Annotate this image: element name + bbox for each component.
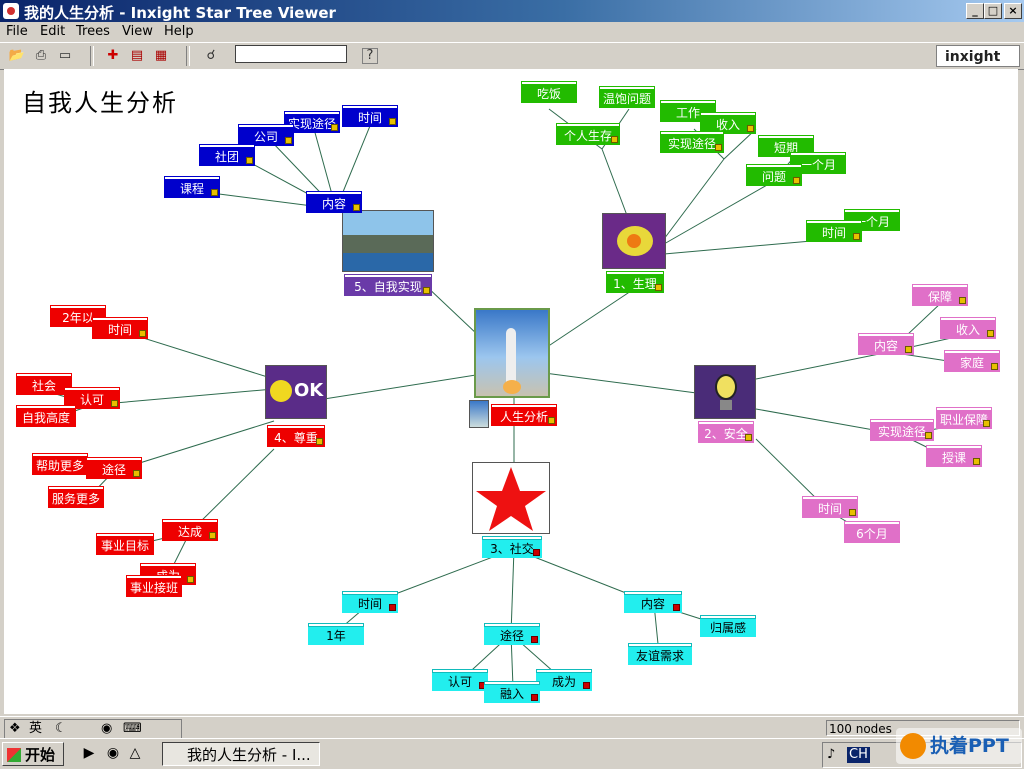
tree-node[interactable]: 服务更多	[48, 486, 104, 508]
tree-node-safety[interactable]: 2、安全	[698, 421, 754, 443]
tree-node[interactable]: 事业接班	[126, 575, 182, 597]
tree-node[interactable]: 内容	[306, 191, 362, 213]
menu-bar: File Edit Trees View Help	[0, 22, 1024, 42]
tree-node[interactable]: 吃饭	[521, 81, 577, 103]
tree-node[interactable]: 自我高度	[16, 405, 76, 427]
menu-trees[interactable]: Trees	[76, 24, 110, 39]
ime-logo-icon: ❖	[9, 721, 21, 736]
ime-keyboard-icon[interactable]: ⌨	[123, 720, 142, 738]
tree-node[interactable]: 实现途径	[870, 419, 934, 441]
expand-icon[interactable]: ▤	[128, 47, 146, 65]
lightbulb-image[interactable]	[694, 365, 756, 419]
tree-node[interactable]: 课程	[164, 176, 220, 198]
moon-icon[interactable]: ☾	[55, 720, 67, 738]
ime-mode[interactable]: 英	[29, 720, 42, 738]
star-tree-canvas[interactable]: 自我人生分析 人生分析 1、生理 2、安全 3、社交 OK 4、尊重 5、自我实…	[4, 69, 1018, 714]
player-icon[interactable]: ◉	[104, 744, 122, 762]
tree-node[interactable]: 社团	[199, 144, 255, 166]
tree-node[interactable]: 成为	[536, 669, 592, 691]
star-image[interactable]	[472, 462, 550, 534]
tree-node-center[interactable]: 人生分析	[491, 404, 557, 426]
find-icon[interactable]: ☌	[202, 47, 220, 65]
media-icon[interactable]: ▶	[80, 744, 98, 762]
center-rocket-image[interactable]	[474, 308, 550, 398]
tree-node-social[interactable]: 3、社交	[482, 536, 542, 558]
language-indicator[interactable]: CH	[847, 747, 870, 763]
tree-node-self-actualization[interactable]: 5、自我实现	[344, 274, 432, 296]
start-button[interactable]: 开始	[2, 742, 64, 766]
tree-node[interactable]: 职业保障	[936, 407, 992, 429]
ok-smiley-image[interactable]: OK	[265, 365, 327, 419]
tree-node[interactable]: 公司	[238, 124, 294, 146]
tree-node[interactable]: 时间	[802, 496, 858, 518]
volume-icon[interactable]: ♪	[827, 743, 835, 767]
tree-node[interactable]: 时间	[806, 220, 862, 242]
tree-node[interactable]: 1年	[308, 623, 364, 645]
maximize-button[interactable]: □	[984, 3, 1002, 19]
tree-node[interactable]: 个人生存	[556, 123, 620, 145]
taskbar-app-button[interactable]: 我的人生分析 - I...	[162, 742, 320, 766]
menu-edit[interactable]: Edit	[40, 24, 65, 39]
collapse-icon[interactable]: ▦	[152, 47, 170, 65]
window-icon[interactable]: ▭	[56, 47, 74, 65]
menu-help[interactable]: Help	[164, 24, 194, 39]
page-title: 自我人生分析	[22, 89, 178, 117]
tree-node[interactable]: 途径	[86, 457, 142, 479]
toolbar: 📂 ⎙ ▭ ✚ ▤ ▦ ☌ ?	[0, 42, 1024, 70]
node-icon[interactable]: ✚	[104, 47, 122, 65]
tree-node[interactable]: 温饱问题	[599, 86, 655, 108]
tree-node[interactable]: 时间	[342, 105, 398, 127]
tree-node[interactable]: 融入	[484, 681, 540, 703]
ime-tool-icon[interactable]: ◉	[101, 720, 112, 738]
minimize-button[interactable]: _	[966, 3, 984, 19]
title-bar: 我的人生分析 - Inxight Star Tree Viewer _ □ ×	[0, 0, 1024, 22]
inxight-logo: inxight	[936, 45, 1020, 67]
tree-node[interactable]: 时间	[92, 317, 148, 339]
app-icon	[3, 3, 19, 19]
tree-node[interactable]: 问题	[746, 164, 802, 186]
taskbar: 开始 ▶ ◉ △ 我的人生分析 - I... ♪ CH	[0, 738, 1024, 769]
window-title: 我的人生分析 - Inxight Star Tree Viewer	[24, 4, 336, 22]
tree-node[interactable]: 途径	[484, 623, 540, 645]
ime-toolbar[interactable]: ❖ 英 ☾ ◉ ⌨	[4, 719, 182, 739]
tree-node[interactable]: 实现途径	[660, 131, 724, 153]
tree-node[interactable]: 收入	[940, 317, 996, 339]
status-bar: ❖ 英 ☾ ◉ ⌨ 100 nodes	[0, 716, 1024, 739]
tree-node[interactable]: 家庭	[944, 350, 1000, 372]
toolbar-separator	[90, 46, 94, 66]
menu-file[interactable]: File	[6, 24, 28, 39]
star-icon	[476, 467, 546, 531]
toolbar-separator	[186, 46, 190, 66]
tree-node-physiological[interactable]: 1、生理	[606, 271, 664, 293]
tree-node[interactable]: 6个月	[844, 521, 900, 543]
print-icon[interactable]: ⎙	[32, 47, 50, 65]
tree-node[interactable]: 保障	[912, 284, 968, 306]
coast-image[interactable]	[342, 210, 434, 272]
tree-node[interactable]: 归属感	[700, 615, 756, 637]
search-input[interactable]	[235, 45, 347, 63]
tree-node[interactable]: 内容	[624, 591, 682, 613]
tree-node[interactable]: 时间	[342, 591, 398, 613]
tree-node[interactable]: 帮助更多	[32, 453, 88, 475]
tree-node[interactable]: 事业目标	[96, 533, 154, 555]
center-thumb-image	[469, 400, 489, 428]
tree-node-esteem[interactable]: 4、尊重	[267, 425, 325, 447]
close-button[interactable]: ×	[1004, 3, 1022, 19]
fish-image[interactable]	[602, 213, 666, 269]
tree-node[interactable]: 达成	[162, 519, 218, 541]
desktop-icon[interactable]: △	[126, 744, 144, 762]
open-folder-icon[interactable]: 📂	[8, 47, 26, 65]
help-icon[interactable]: ?	[362, 48, 378, 64]
watermark-logo: 执着PPT	[896, 728, 1022, 764]
menu-view[interactable]: View	[122, 24, 153, 39]
tree-node[interactable]: 授课	[926, 445, 982, 467]
tree-node[interactable]: 内容	[858, 333, 914, 355]
tree-node[interactable]: 友谊需求	[628, 643, 692, 665]
tree-node[interactable]: 认可	[432, 669, 488, 691]
